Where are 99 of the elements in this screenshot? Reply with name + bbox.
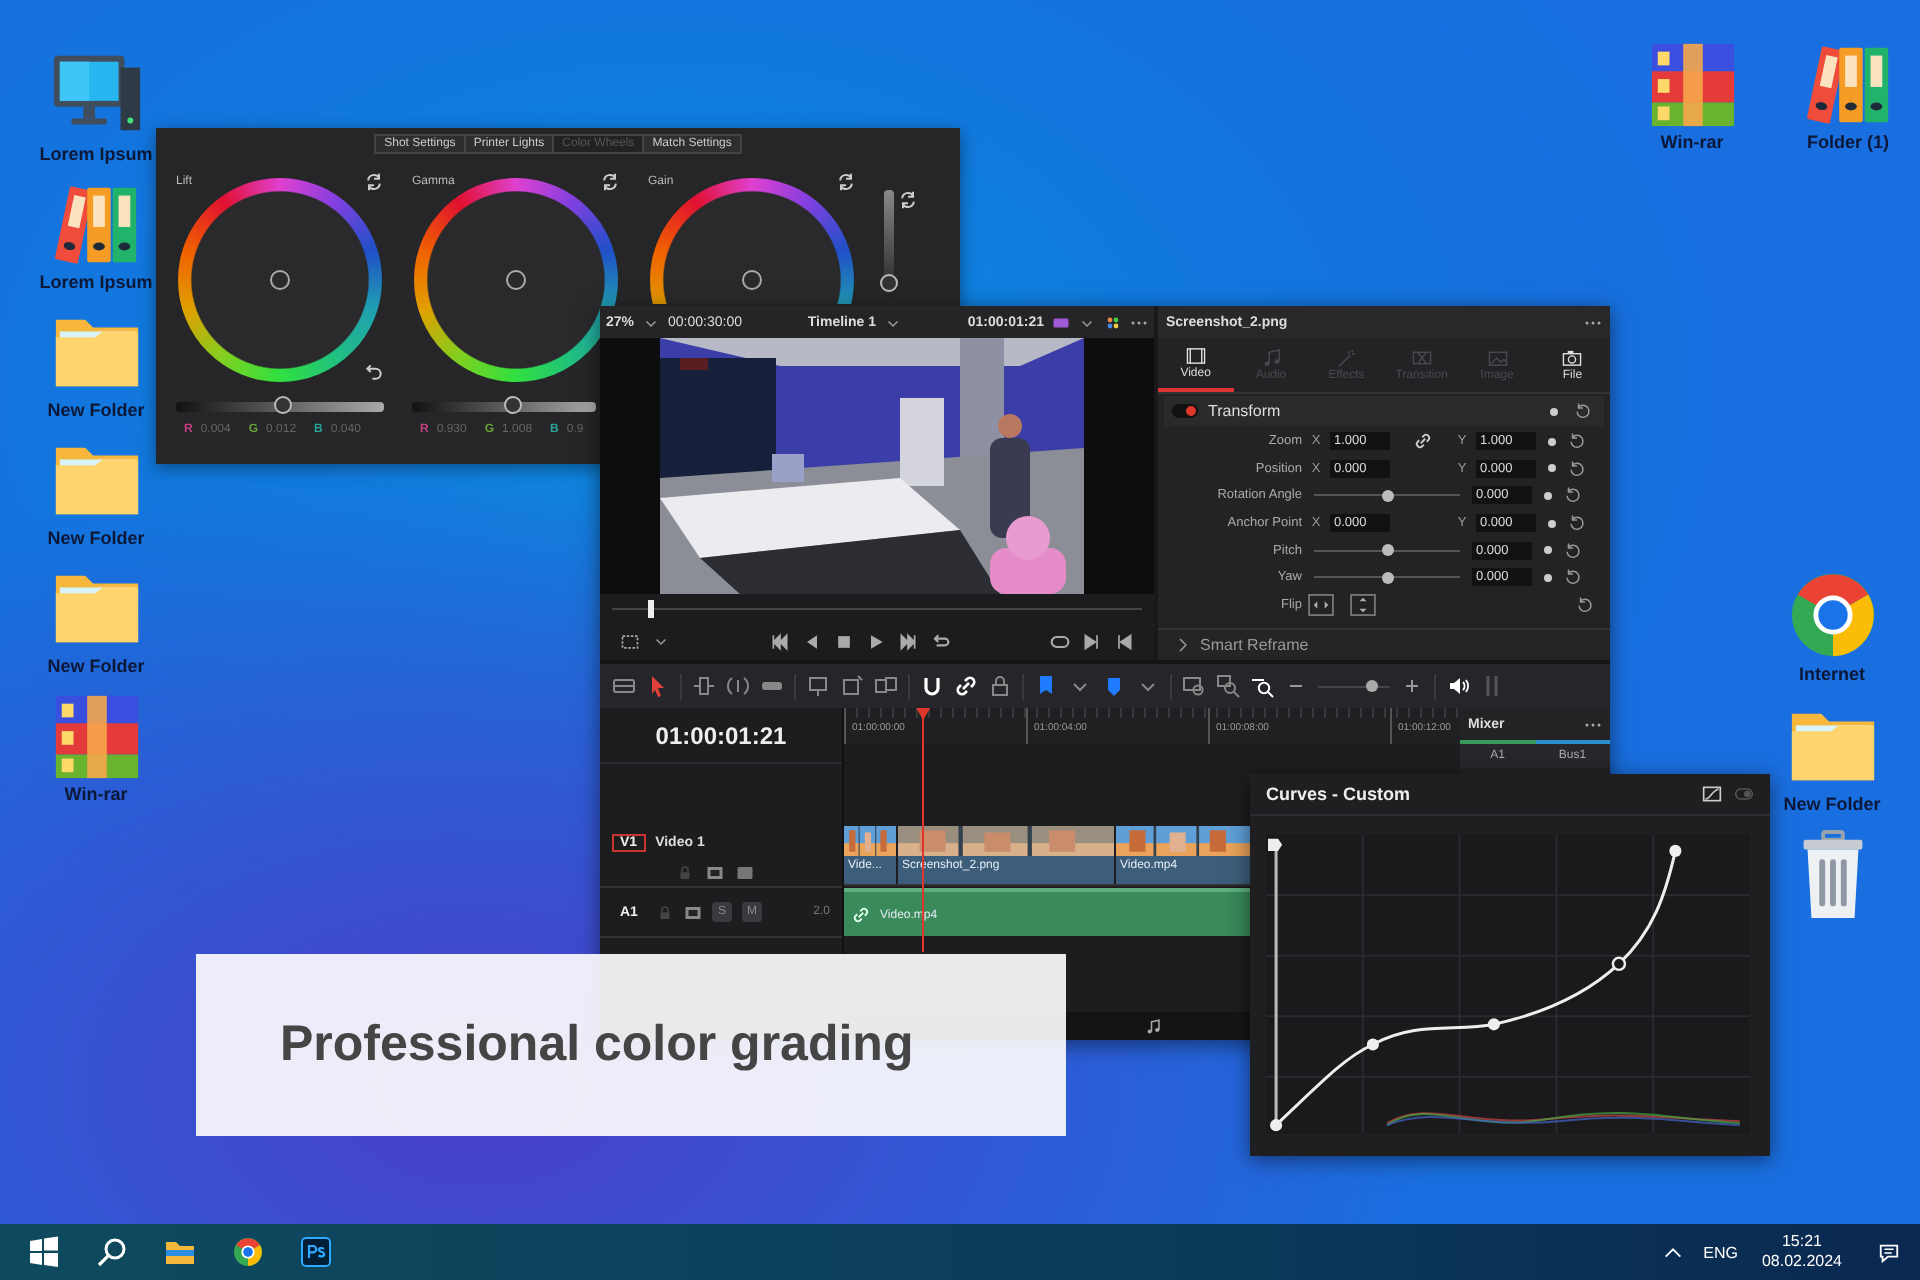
timeline-timecode: 01:00:01:21 [600, 708, 842, 764]
clock-date[interactable]: 08.02.2024 [1761, 1252, 1842, 1272]
panel-title: Curves - Custom [1266, 784, 1411, 804]
reset-icon[interactable] [600, 172, 620, 192]
keyframe-icon[interactable] [1548, 464, 1556, 473]
windows-icon[interactable] [28, 1236, 60, 1268]
reset-icon[interactable] [1568, 514, 1586, 533]
slider-track[interactable] [176, 402, 384, 412]
previous-clip-icon[interactable] [1114, 631, 1134, 651]
slider-thumb[interactable] [1381, 544, 1393, 557]
magnet-icon[interactable] [920, 674, 944, 698]
reset-icon[interactable] [836, 172, 856, 192]
reset-icon[interactable] [1564, 486, 1582, 505]
search-icon[interactable] [96, 1236, 128, 1268]
insert-clip-icon[interactable] [806, 674, 830, 698]
speaker-icon[interactable] [1446, 674, 1470, 698]
zoom-icon[interactable] [1250, 674, 1274, 698]
icon-label: Internet [1798, 662, 1865, 686]
caption-text: Professional color grading [280, 1016, 914, 1074]
undo-icon[interactable] [364, 362, 384, 382]
icon-label: New Folder [47, 398, 145, 422]
skip-back-icon[interactable] [770, 631, 790, 651]
dynamic-trim-icon[interactable] [726, 674, 750, 698]
wheel-handle[interactable] [270, 270, 290, 290]
icon-label: New Folder [1783, 792, 1881, 816]
section-title: Transform [1208, 402, 1281, 420]
reset-icon[interactable] [898, 190, 918, 210]
music-note-icon [1259, 348, 1283, 368]
icon-label: Folder (1) [1806, 130, 1889, 154]
icon-label: Win-rar [1660, 130, 1724, 154]
music-note-icon[interactable] [1143, 1017, 1161, 1035]
icon-label: Lorem Ipsum [39, 270, 153, 294]
reset-icon[interactable] [1564, 568, 1582, 587]
icon-label: Lorem Ipsum [39, 142, 153, 166]
slider-thumb[interactable] [274, 396, 293, 414]
transition-icon [1409, 348, 1434, 368]
slider-thumb[interactable] [1366, 680, 1378, 692]
loop-icon[interactable] [930, 631, 950, 651]
slider-thumb[interactable] [1381, 571, 1393, 584]
keyframe-icon[interactable] [1544, 546, 1552, 555]
icon-label: Win-rar [64, 782, 128, 806]
reset-icon[interactable] [1568, 459, 1586, 478]
overwrite-clip-icon[interactable] [840, 674, 864, 698]
master-slider[interactable] [884, 190, 894, 298]
folder-icon[interactable] [164, 1236, 196, 1268]
wheel-handle[interactable] [506, 270, 526, 290]
slider-thumb[interactable] [1381, 489, 1393, 502]
chevron-right-icon [1174, 636, 1192, 654]
keyframe-icon[interactable] [1550, 407, 1558, 415]
notification-icon[interactable] [1878, 1241, 1900, 1263]
film-icon [1183, 346, 1208, 366]
plus-icon[interactable] [1400, 674, 1424, 698]
camera-icon [1560, 348, 1585, 368]
flip-vertical-icon[interactable] [1350, 593, 1376, 616]
safe-area-icon[interactable] [620, 631, 640, 651]
reset-icon[interactable] [364, 172, 384, 192]
stop-icon[interactable] [834, 631, 854, 651]
reset-icon[interactable] [1564, 541, 1582, 560]
browser-icon[interactable] [232, 1236, 264, 1268]
image-icon [1485, 348, 1510, 368]
lock-icon[interactable] [988, 674, 1012, 698]
timeline-view-icon[interactable] [612, 674, 636, 698]
clock-time[interactable]: 15:21 [1781, 1232, 1822, 1252]
playhead-handle[interactable] [647, 600, 654, 618]
curve-graph[interactable] [1266, 832, 1750, 1136]
link-icon [852, 905, 870, 923]
icon-label: New Folder [47, 654, 145, 678]
icon-label: New Folder [47, 526, 145, 550]
graph-icon[interactable] [1702, 784, 1722, 804]
next-clip-icon[interactable] [1082, 631, 1102, 651]
marker-icon[interactable] [1102, 674, 1126, 698]
step-back-icon[interactable] [802, 631, 822, 651]
link-icon[interactable] [1413, 432, 1431, 451]
wand-icon [1334, 348, 1359, 368]
slider-thumb[interactable] [503, 396, 522, 414]
loop-mode-icon[interactable] [1050, 631, 1070, 651]
keyframe-icon[interactable] [1544, 491, 1552, 500]
slider-thumb[interactable] [880, 274, 898, 293]
toggle-icon[interactable] [1734, 784, 1754, 804]
color-dots-icon[interactable] [1104, 313, 1122, 331]
flip-horizontal-icon[interactable] [1308, 593, 1334, 616]
keyframe-icon[interactable] [1548, 519, 1556, 528]
toggle-switch[interactable] [1172, 404, 1198, 418]
skip-forward-icon[interactable] [898, 631, 918, 651]
reset-icon[interactable] [1574, 402, 1592, 420]
slider-track[interactable] [412, 402, 596, 412]
pointer-icon[interactable] [646, 674, 670, 698]
wheel-handle[interactable] [742, 270, 762, 290]
flag-icon[interactable] [1034, 674, 1058, 698]
reset-icon[interactable] [1568, 432, 1586, 451]
trim-icon[interactable] [692, 674, 716, 698]
photo-editor-icon[interactable] [300, 1236, 332, 1268]
replace-clip-icon[interactable] [874, 674, 898, 698]
reset-icon[interactable] [1576, 595, 1594, 614]
language-indicator[interactable]: ENG [1703, 1243, 1738, 1261]
zoom-fit-icon[interactable] [1182, 674, 1206, 698]
keyframe-icon[interactable] [1544, 573, 1552, 582]
keyframe-icon[interactable] [1548, 437, 1556, 446]
play-icon[interactable] [866, 631, 886, 651]
